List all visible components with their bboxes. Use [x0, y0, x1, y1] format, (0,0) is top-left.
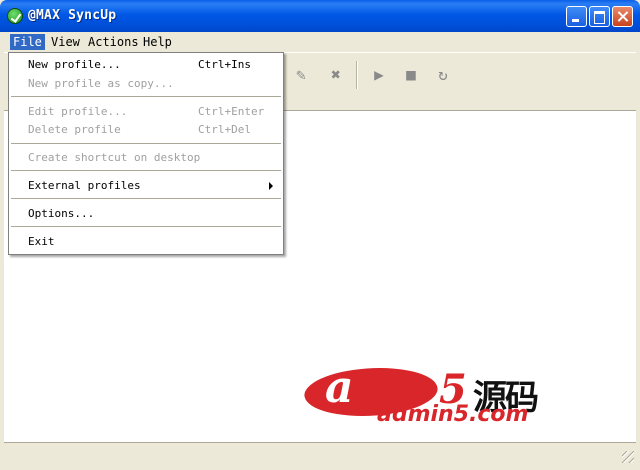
- maximize-button[interactable]: [589, 6, 610, 27]
- menu-view[interactable]: View: [48, 34, 83, 50]
- minimize-button[interactable]: [566, 6, 587, 27]
- menu-item-label: Delete profile: [28, 123, 121, 136]
- menu-item-label: Create shortcut on desktop: [28, 151, 201, 164]
- menu-separator: [11, 143, 281, 144]
- logo-url: admin5.com: [377, 402, 529, 427]
- logo-letter: a: [325, 362, 354, 413]
- menu-item-label: New profile...: [28, 58, 121, 71]
- file-menu-dropdown: New profile... Ctrl+Ins New profile as c…: [8, 52, 284, 255]
- menu-separator: [11, 198, 281, 199]
- watermark-logo: a 5 源码 admin5.com: [296, 362, 605, 430]
- menu-item-shortcut: Ctrl+Del: [198, 123, 251, 136]
- refresh-icon[interactable]: ↻: [434, 66, 452, 84]
- menu-item-label: Edit profile...: [28, 105, 128, 118]
- submenu-arrow-icon: [269, 182, 273, 190]
- close-button[interactable]: [612, 6, 633, 27]
- menu-actions[interactable]: Actions: [85, 34, 142, 50]
- menu-item-exit[interactable]: Exit: [9, 233, 283, 251]
- menu-item-label: New profile as copy...: [28, 77, 174, 90]
- wand-icon[interactable]: ✎: [292, 66, 310, 84]
- menu-item-delete-profile[interactable]: Delete profile Ctrl+Del: [9, 121, 283, 139]
- stop-icon[interactable]: ■: [402, 66, 420, 84]
- menu-separator: [11, 170, 281, 171]
- menu-item-new-profile-copy[interactable]: New profile as copy...: [9, 75, 283, 93]
- menu-separator: [11, 226, 281, 227]
- menu-item-shortcut: Ctrl+Enter: [198, 105, 265, 118]
- toolbar-separator: [356, 61, 358, 89]
- status-bar: [4, 442, 636, 465]
- play-icon[interactable]: ▶: [370, 66, 388, 84]
- menu-separator: [11, 96, 281, 97]
- menu-file[interactable]: File: [10, 34, 45, 50]
- menu-item-label: Options...: [28, 207, 95, 220]
- title-bar[interactable]: @MAX SyncUp: [0, 0, 640, 32]
- menu-item-label: Exit: [28, 235, 55, 248]
- window-title: @MAX SyncUp: [28, 8, 117, 23]
- menu-bar: File View Actions Help: [4, 32, 636, 52]
- menu-item-new-profile[interactable]: New profile... Ctrl+Ins: [9, 56, 283, 74]
- menu-help[interactable]: Help: [140, 34, 175, 50]
- app-window: @MAX SyncUp File View Actions Help ✎ ✖ ▶…: [0, 0, 640, 470]
- menu-item-edit-profile[interactable]: Edit profile... Ctrl+Enter: [9, 103, 283, 121]
- delete-icon[interactable]: ✖: [327, 66, 345, 84]
- menu-item-shortcut: Ctrl+Ins: [198, 58, 251, 71]
- menu-item-external-profiles[interactable]: External profiles: [9, 177, 283, 195]
- resize-grip-icon[interactable]: [622, 451, 634, 463]
- menu-item-label: External profiles: [28, 179, 141, 192]
- app-icon[interactable]: [7, 8, 23, 24]
- menu-item-options[interactable]: Options...: [9, 205, 283, 223]
- menu-item-create-shortcut[interactable]: Create shortcut on desktop: [9, 149, 283, 167]
